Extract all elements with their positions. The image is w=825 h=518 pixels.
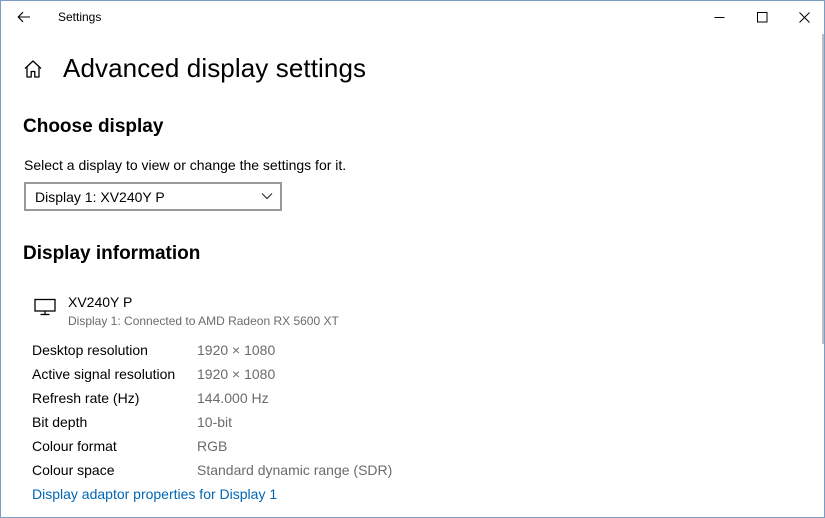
info-value: RGB: [197, 438, 228, 454]
info-row-refresh-rate: Refresh rate (Hz) 144.000 Hz: [32, 390, 452, 410]
chevron-down-icon: [261, 193, 273, 200]
title-bar: Settings: [1, 1, 824, 33]
select-display-label: Select a display to view or change the s…: [24, 157, 347, 173]
page-title: Advanced display settings: [63, 53, 367, 83]
maximize-icon: [756, 11, 767, 22]
info-label: Active signal resolution: [32, 366, 176, 382]
app-title: Settings: [58, 10, 102, 24]
monitor-name: XV240Y P: [68, 294, 133, 310]
settings-window: Settings Advanced display settings Choos…: [0, 0, 825, 518]
scrollbar[interactable]: [822, 34, 824, 344]
minimize-icon: [714, 16, 724, 18]
info-label: Refresh rate (Hz): [32, 390, 140, 406]
display-information-heading: Display information: [23, 243, 201, 264]
monitor-icon: [34, 298, 56, 316]
display-select-dropdown[interactable]: Display 1: XV240Y P: [24, 182, 282, 211]
back-button[interactable]: [9, 5, 39, 29]
info-value: 1920 × 1080: [197, 366, 276, 382]
info-value: 1920 × 1080: [197, 342, 276, 358]
display-adapter-properties-link[interactable]: Display adaptor properties for Display 1: [32, 486, 277, 502]
info-row-bit-depth: Bit depth 10-bit: [32, 414, 452, 434]
info-value: 10-bit: [197, 414, 233, 430]
home-icon[interactable]: [22, 58, 44, 80]
info-label: Colour format: [32, 438, 117, 454]
minimize-button[interactable]: [696, 1, 742, 33]
info-value: Standard dynamic range (SDR): [197, 462, 393, 478]
info-value: 144.000 Hz: [197, 390, 269, 406]
info-label: Colour space: [32, 462, 115, 478]
choose-display-heading: Choose display: [23, 116, 164, 137]
info-label: Bit depth: [32, 414, 88, 430]
info-row-desktop-resolution: Desktop resolution 1920 × 1080: [32, 342, 452, 362]
monitor-connection-status: Display 1: Connected to AMD Radeon RX 56…: [68, 314, 339, 328]
back-arrow-icon: [17, 11, 30, 23]
close-button[interactable]: [781, 1, 825, 33]
info-row-colour-space: Colour space Standard dynamic range (SDR…: [32, 462, 452, 482]
info-label: Desktop resolution: [32, 342, 148, 358]
selected-display-value: Display 1: XV240Y P: [35, 188, 165, 205]
info-row-colour-format: Colour format RGB: [32, 438, 452, 458]
close-icon: [798, 11, 810, 23]
info-row-active-signal-resolution: Active signal resolution 1920 × 1080: [32, 366, 452, 386]
maximize-button[interactable]: [739, 1, 785, 33]
